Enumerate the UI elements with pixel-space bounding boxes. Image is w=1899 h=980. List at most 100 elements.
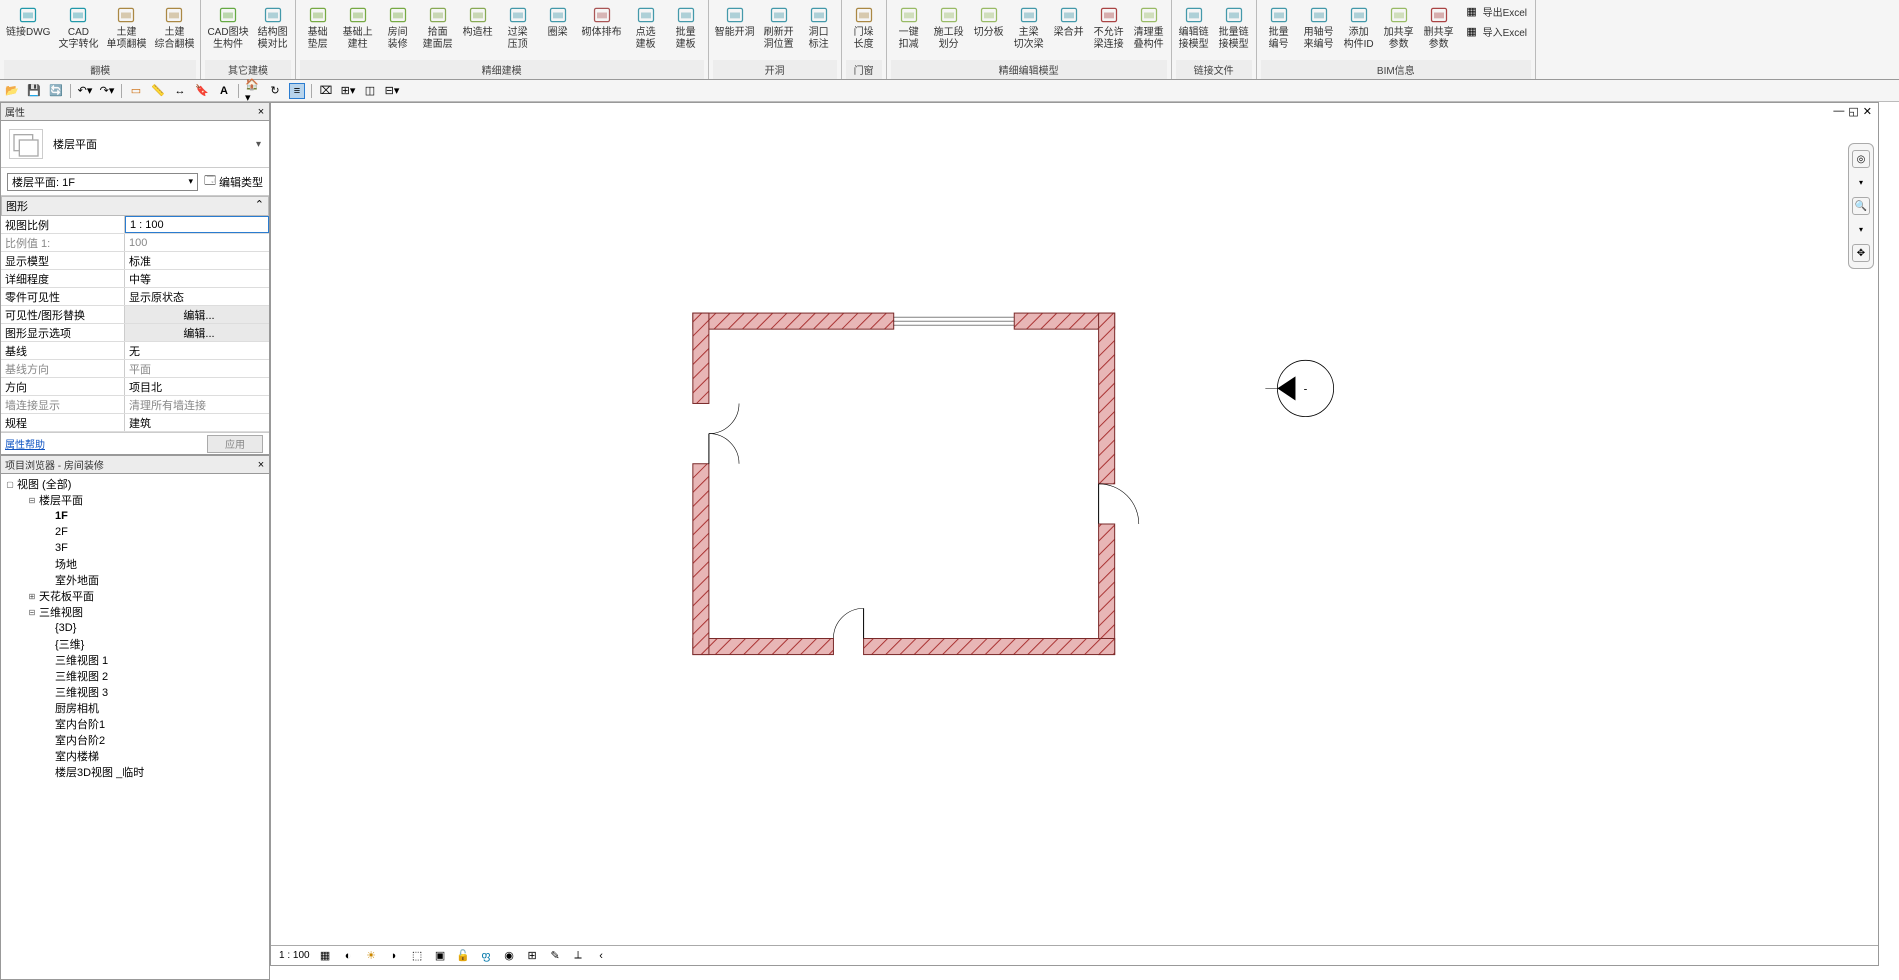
temp-hide-icon[interactable]: ფ (479, 948, 494, 963)
ribbon-button[interactable]: 房间 装修 (380, 2, 416, 53)
ribbon-button[interactable]: 添加 构件ID (1341, 2, 1377, 53)
tree-item[interactable]: 室内台阶1 (1, 716, 269, 732)
ribbon-button[interactable]: 洞口 标注 (801, 2, 837, 53)
refresh-icon[interactable]: ↻ (267, 83, 283, 99)
crop-view-icon[interactable]: ⬚ (410, 948, 425, 963)
property-value[interactable]: 编辑... (125, 306, 269, 323)
redo-icon[interactable]: ↷▾ (99, 83, 115, 99)
ribbon-button[interactable]: 删共享 参数 (1421, 2, 1457, 53)
property-row[interactable]: 基线无 (1, 342, 269, 360)
property-value[interactable]: 标准 (125, 252, 269, 269)
property-value[interactable]: 无 (125, 342, 269, 359)
property-value[interactable]: 显示原状态 (125, 288, 269, 305)
ribbon-button[interactable]: 构造柱 (460, 2, 496, 41)
worksets-icon[interactable]: ⊞ (525, 948, 540, 963)
tree-item[interactable]: ⊟三维视图 (1, 604, 269, 620)
sync-icon[interactable]: 🔄 (48, 83, 64, 99)
close-hidden-icon[interactable]: ⌧ (318, 83, 334, 99)
measure-icon[interactable]: 📏 (150, 83, 166, 99)
drawing-view[interactable]: — ◱ ✕ ◎ ▾ 🔍 ▾ ✥ (270, 102, 1879, 966)
ribbon-button[interactable]: 刷新开 洞位置 (761, 2, 797, 53)
ribbon-button[interactable]: 门垛 长度 (846, 2, 882, 53)
shadows-icon[interactable]: ◗ (387, 948, 402, 963)
tree-twisty-icon[interactable]: ⊞ (27, 592, 37, 601)
ribbon-button[interactable]: 链接DWG (4, 2, 52, 41)
property-row[interactable]: 可见性/图形替换编辑... (1, 306, 269, 324)
tree-item[interactable]: 场地 (1, 556, 269, 572)
type-selector[interactable]: 楼层平面 (1, 121, 269, 168)
tree-item[interactable]: 三维视图 1 (1, 652, 269, 668)
tree-twisty-icon[interactable]: ⊟ (27, 496, 37, 505)
text-icon[interactable]: A (216, 83, 232, 99)
tree-item[interactable]: ⊟楼层平面 (1, 492, 269, 508)
tree-item[interactable]: 室内台阶2 (1, 732, 269, 748)
align-icon[interactable]: ▭ (128, 83, 144, 99)
home-icon[interactable]: 🏠▾ (245, 83, 261, 99)
property-row[interactable]: 规程建筑 (1, 414, 269, 432)
thin-lines-icon[interactable]: ≡ (289, 83, 305, 99)
property-row[interactable]: 详细程度中等 (1, 270, 269, 288)
properties-close-icon[interactable]: × (253, 106, 269, 118)
ribbon-button[interactable]: 施工段 划分 (931, 2, 967, 53)
tree-root[interactable]: ▢视图 (全部) (1, 476, 269, 492)
crop-region-icon[interactable]: ▣ (433, 948, 448, 963)
tree-item[interactable]: {三维} (1, 636, 269, 652)
ribbon-button[interactable]: 智能开洞 (713, 2, 757, 41)
tree-item[interactable]: ⊞天花板平面 (1, 588, 269, 604)
cascade-icon[interactable]: ⊟▾ (384, 83, 400, 99)
property-category[interactable]: 图形⌃ (1, 196, 269, 216)
ribbon-button[interactable]: 主梁 切次梁 (1011, 2, 1047, 53)
tree-item[interactable]: 1F (1, 508, 269, 524)
undo-icon[interactable]: ↶▾ (77, 83, 93, 99)
detail-level-icon[interactable]: ▦ (318, 948, 333, 963)
ribbon-button[interactable]: 批量 编号 (1261, 2, 1297, 53)
property-value[interactable]: 建筑 (125, 414, 269, 431)
ribbon-button[interactable]: 梁合并 (1051, 2, 1087, 41)
property-row[interactable]: 方向项目北 (1, 378, 269, 396)
ribbon-button[interactable]: 一键 扣减 (891, 2, 927, 53)
ribbon-button[interactable]: 过梁 压顶 (500, 2, 536, 53)
edit-type-button[interactable]: 🗔 编辑类型 (204, 172, 263, 191)
property-value[interactable]: 编辑... (125, 324, 269, 341)
tree-item[interactable]: 三维视图 2 (1, 668, 269, 684)
tree-item[interactable]: 3F (1, 540, 269, 556)
tree-item[interactable]: 室内楼梯 (1, 748, 269, 764)
property-value[interactable]: 中等 (125, 270, 269, 287)
view-scale[interactable]: 1 : 100 (279, 950, 310, 961)
project-browser-close-icon[interactable]: × (253, 459, 269, 471)
dimension-icon[interactable]: ↔ (172, 83, 188, 99)
property-row[interactable]: 视图比例1 : 100 (1, 216, 269, 234)
ribbon-small-button[interactable]: ▦导出Excel (1461, 2, 1531, 20)
property-row[interactable]: 显示模型标准 (1, 252, 269, 270)
ribbon-button[interactable]: 清理重 叠构件 (1131, 2, 1167, 53)
tree-item[interactable]: {3D} (1, 620, 269, 636)
visual-style-icon[interactable]: ◐ (341, 948, 356, 963)
ribbon-button[interactable]: 土建 综合翻模 (152, 2, 196, 53)
property-row[interactable]: 零件可见性显示原状态 (1, 288, 269, 306)
ribbon-button[interactable]: CAD 文字转化 (56, 2, 100, 53)
ribbon-button[interactable]: 批量 建板 (668, 2, 704, 53)
sun-path-icon[interactable]: ☀ (364, 948, 379, 963)
ribbon-button[interactable]: 土建 单项翻模 (104, 2, 148, 53)
type-combo[interactable]: 楼层平面 (53, 136, 261, 152)
ribbon-button[interactable]: CAD图块 生构件 (205, 2, 250, 53)
edits-icon[interactable]: ✎ (548, 948, 563, 963)
instance-combo[interactable]: 楼层平面: 1F (7, 173, 198, 191)
ribbon-button[interactable]: 加共享 参数 (1381, 2, 1417, 53)
ribbon-small-button[interactable]: ▦导入Excel (1461, 22, 1531, 40)
tree-item[interactable]: 2F (1, 524, 269, 540)
lock-3d-icon[interactable]: 🔓 (456, 948, 471, 963)
ribbon-button[interactable]: 砌体排布 (580, 2, 624, 41)
ribbon-button[interactable]: 批量链 接模型 (1216, 2, 1252, 53)
reveal-hidden-icon[interactable]: ◉ (502, 948, 517, 963)
ribbon-button[interactable]: 拾面 建面层 (420, 2, 456, 53)
ribbon-button[interactable]: 不允许 梁连接 (1091, 2, 1127, 53)
tag-icon[interactable]: 🔖 (194, 83, 210, 99)
properties-panel-header[interactable]: 属性 × (1, 103, 269, 121)
open-icon[interactable]: 📂 (4, 83, 20, 99)
tree-item[interactable]: 三维视图 3 (1, 684, 269, 700)
apply-button[interactable]: 应用 (207, 435, 263, 453)
properties-help-link[interactable]: 属性帮助 (1, 436, 207, 451)
switch-window-icon[interactable]: ⊞▾ (340, 83, 356, 99)
property-row[interactable]: 墙连接显示清理所有墙连接 (1, 396, 269, 414)
